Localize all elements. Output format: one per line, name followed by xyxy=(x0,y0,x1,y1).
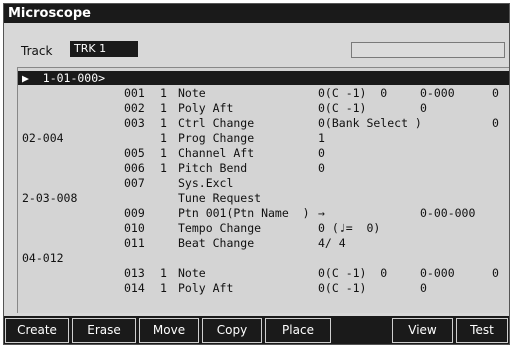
list-cell-step: 001 xyxy=(124,86,145,100)
list-cell-loc: 02-004 xyxy=(22,131,64,145)
list-cell-ch: 1 xyxy=(160,86,167,100)
button-place[interactable]: Place xyxy=(265,318,331,343)
list-cell-value3: 0 xyxy=(492,266,499,280)
list-cell-ch: 1 xyxy=(160,116,167,130)
list-cell-step: 003 xyxy=(124,116,145,130)
list-cell-step: 014 xyxy=(124,281,145,295)
button-test[interactable]: Test xyxy=(456,318,508,343)
list-cell-value: 0 xyxy=(318,146,325,160)
microscope-screen: Microscope Track TRK 1 ▶ 1-01-000> 001 1 No… xyxy=(3,3,510,345)
list-row[interactable]: 007 Sys.Excl xyxy=(18,176,509,190)
list-cell-value: 1 xyxy=(318,131,325,145)
track-select[interactable]: TRK 1 xyxy=(70,41,138,57)
list-cell-loc: ▶ 1-01-000> xyxy=(22,71,106,85)
track-row: Track TRK 1 xyxy=(4,23,509,69)
list-row[interactable]: ▶ 1-01-000> xyxy=(18,71,509,85)
list-cell-ch: 1 xyxy=(160,146,167,160)
list-row[interactable]: 002 1 Poly Aft 0(C -1) 0 xyxy=(18,101,509,115)
list-cell-status: Note xyxy=(178,266,206,280)
list-row[interactable]: 011 Beat Change 4/ 4 xyxy=(18,236,509,250)
list-row[interactable]: 02-004 1 Prog Change 1 xyxy=(18,131,509,145)
list-cell-value: 0(C -1) xyxy=(318,101,367,115)
list-cell-ch: 1 xyxy=(160,266,167,280)
list-row[interactable]: 013 1 Note 0(C -1) 0 0-000 0 xyxy=(18,266,509,280)
list-cell-value2: 0 xyxy=(420,101,427,115)
list-cell-status: Beat Change xyxy=(178,236,255,250)
list-cell-status: Prog Change xyxy=(178,131,255,145)
list-cell-status: Tune Request xyxy=(178,191,262,205)
list-cell-value: → xyxy=(318,206,325,220)
list-cell-value: 0(C -1) xyxy=(318,281,367,295)
list-cell-value: 0(C -1) 0 xyxy=(318,86,388,100)
button-view[interactable]: View xyxy=(392,318,453,343)
list-cell-loc: 04-012 xyxy=(22,251,64,265)
list-cell-status: Poly Aft xyxy=(178,101,234,115)
list-cell-value: 4/ 4 xyxy=(318,236,346,250)
list-cell-step: 002 xyxy=(124,101,145,115)
list-cell-ch: 1 xyxy=(160,281,167,295)
list-row[interactable]: 2-03-008 Tune Request xyxy=(18,191,509,205)
list-row[interactable]: 001 1 Note 0(C -1) 0 0-000 0 xyxy=(18,86,509,100)
window-title: Microscope xyxy=(4,4,509,23)
list-cell-value2: 0-000 xyxy=(420,266,455,280)
list-cell-ch: 1 xyxy=(160,161,167,175)
button-copy[interactable]: Copy xyxy=(202,318,262,343)
track-label: Track xyxy=(21,44,53,58)
function-button-bar: Create Erase Move Copy Place View Test xyxy=(4,316,509,344)
list-cell-value2: 0-00-000 xyxy=(420,206,476,220)
list-row[interactable]: 005 1 Channel Aft 0 xyxy=(18,146,509,160)
list-row[interactable]: 009 Ptn 001(Ptn Name ) → 0-00-000 xyxy=(18,206,509,220)
list-cell-step: 006 xyxy=(124,161,145,175)
list-cell-value2: 0 xyxy=(420,281,427,295)
list-cell-step: 009 xyxy=(124,206,145,220)
button-erase[interactable]: Erase xyxy=(72,318,136,343)
list-cell-status: Note xyxy=(178,86,206,100)
button-move[interactable]: Move xyxy=(139,318,199,343)
list-cell-step: 011 xyxy=(124,236,145,250)
list-cell-status: Sys.Excl xyxy=(178,176,234,190)
list-row[interactable]: 04-012 xyxy=(18,251,509,265)
list-cell-status: Tempo Change xyxy=(178,221,262,235)
list-cell-status: Ptn 001(Ptn Name ) xyxy=(178,206,310,220)
list-row[interactable]: 010 Tempo Change 0 (♩= 0) xyxy=(18,221,509,235)
list-cell-value: 0 xyxy=(318,161,325,175)
list-cell-ch: 1 xyxy=(160,101,167,115)
list-cell-step: 005 xyxy=(124,146,145,160)
list-row[interactable]: 003 1 Ctrl Change 0(Bank Select ) 0 xyxy=(18,116,509,130)
list-cell-loc: 2-03-008 xyxy=(22,191,78,205)
list-row[interactable]: 006 1 Pitch Bend 0 xyxy=(18,161,509,175)
list-cell-value2: 0-000 xyxy=(420,86,455,100)
list-cell-value3: 0 xyxy=(492,116,499,130)
list-cell-status: Channel Aft xyxy=(178,146,255,160)
list-cell-value3: 0 xyxy=(492,86,499,100)
status-box xyxy=(351,42,505,58)
button-create[interactable]: Create xyxy=(5,318,69,343)
list-row[interactable]: 014 1 Poly Aft 0(C -1) 0 xyxy=(18,281,509,295)
list-cell-status: Poly Aft xyxy=(178,281,234,295)
list-cell-value: 0(C -1) 0 xyxy=(318,266,388,280)
event-list[interactable]: ▶ 1-01-000> 001 1 Note 0(C -1) 0 0-000 0 002 1 Po… xyxy=(17,67,509,313)
list-cell-step: 013 xyxy=(124,266,145,280)
list-cell-ch: 1 xyxy=(160,131,167,145)
list-cell-value: 0(Bank Select ) xyxy=(318,116,422,130)
list-cell-status: Ctrl Change xyxy=(178,116,255,130)
list-cell-status: Pitch Bend xyxy=(178,161,248,175)
list-cell-value: 0 (♩= 0) xyxy=(318,221,381,235)
list-cell-step: 010 xyxy=(124,221,145,235)
list-cell-step: 007 xyxy=(124,176,145,190)
